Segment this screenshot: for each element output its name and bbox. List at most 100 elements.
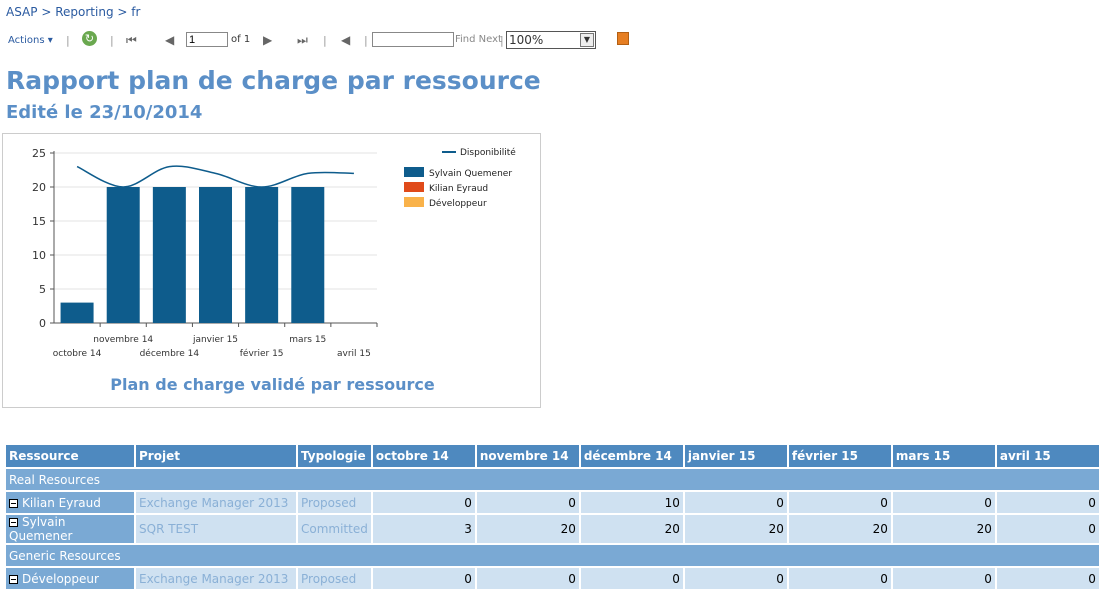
export-icon[interactable]	[617, 32, 629, 45]
x-tick-label: novembre 14	[93, 335, 153, 345]
value-cell: 0	[788, 568, 891, 589]
column-header: février 15	[788, 445, 891, 467]
legend-label: Disponibilité	[460, 147, 516, 158]
bar	[199, 187, 232, 323]
column-header: Ressource	[6, 445, 134, 467]
bar	[152, 187, 186, 323]
toolbar-divider: |	[500, 34, 504, 47]
value-cell: 0	[580, 568, 683, 589]
page-count: of 1	[231, 34, 251, 45]
value-cell: 0	[372, 492, 475, 513]
typology-cell: Proposed	[298, 492, 371, 513]
column-header: décembre 14	[580, 445, 683, 467]
project-cell: Exchange Manager 2013	[136, 568, 296, 589]
find-input[interactable]	[372, 32, 454, 47]
legend-swatch	[404, 182, 424, 192]
value-cell: 0	[476, 568, 579, 589]
chevron-down-icon: ▼	[580, 33, 594, 47]
legend-label: Sylvain Quemener	[429, 169, 512, 179]
table-row: Développeur Exchange Manager 2013 Proposed…	[6, 568, 1099, 589]
breadcrumb-sep: >	[41, 5, 52, 19]
project-name: Exchange Manager 2013	[139, 495, 289, 510]
resource-name: Développeur	[22, 571, 99, 586]
availability-line	[76, 165, 354, 188]
actions-label: Actions	[8, 35, 45, 46]
typology-cell: Committed	[298, 515, 371, 543]
y-tick-label: 10	[32, 249, 46, 262]
legend-label: Kilian Eyraud	[429, 184, 488, 194]
value-cell: 10	[580, 492, 683, 513]
chart-title: Plan de charge validé par ressource	[110, 375, 435, 394]
y-tick-label: 20	[32, 181, 46, 194]
resource-cell: Sylvain Quemener	[6, 515, 134, 543]
last-page-icon[interactable]: ⏭	[297, 33, 308, 48]
legend-swatch	[404, 167, 424, 177]
breadcrumb-sep: >	[117, 5, 128, 19]
bar	[60, 302, 94, 323]
toolbar-divider: |	[110, 34, 114, 47]
resource-name: Kilian Eyraud	[22, 495, 101, 510]
table-row: Sylvain Quemener SQR TEST Committed 3 20 20 20…	[6, 515, 1099, 543]
actions-menu[interactable]: Actions ▾	[8, 35, 53, 46]
zoom-value: 100%	[509, 33, 544, 47]
group-row: Real Resources	[6, 469, 1099, 490]
breadcrumb-item-asap[interactable]: ASAP	[6, 5, 38, 19]
column-header: janvier 15	[684, 445, 787, 467]
collapse-icon[interactable]	[9, 498, 18, 508]
value-cell: 0	[684, 492, 787, 513]
refresh-icon[interactable]: ↻	[82, 31, 97, 46]
breadcrumb-item-reporting[interactable]: Reporting	[55, 5, 113, 19]
column-header: avril 15	[996, 445, 1099, 467]
table-row: Kilian Eyraud Exchange Manager 2013 Propos…	[6, 492, 1099, 513]
bar	[106, 187, 140, 323]
breadcrumb-item-fr[interactable]: fr	[131, 5, 140, 19]
bar	[245, 187, 279, 323]
column-header: novembre 14	[476, 445, 579, 467]
page-number-input[interactable]	[186, 32, 228, 47]
legend-swatch	[404, 197, 424, 207]
workload-table: Ressource Projet Typologie octobre 14 novemb…	[4, 443, 1101, 591]
previous-page-icon[interactable]: ◀	[165, 33, 174, 47]
column-header: Typologie	[298, 445, 371, 467]
y-tick-label: 0	[39, 317, 46, 330]
back-to-parent-icon[interactable]: ◀	[341, 33, 350, 47]
first-page-icon[interactable]: ⏮	[126, 33, 137, 48]
group-label: Real Resources	[6, 469, 1099, 490]
project-name: Exchange Manager 2013	[139, 571, 289, 586]
x-tick-label: octobre 14	[53, 349, 102, 359]
value-cell: 20	[580, 515, 683, 543]
y-tick-label: 25	[32, 147, 46, 160]
collapse-icon[interactable]	[9, 574, 18, 584]
project-cell: SQR TEST	[136, 515, 296, 543]
chevron-down-icon: ▾	[47, 35, 53, 46]
resource-cell: Développeur	[6, 568, 134, 589]
value-cell: 0	[788, 492, 891, 513]
collapse-icon[interactable]	[9, 518, 18, 527]
x-tick-label: février 15	[240, 348, 284, 359]
column-header: octobre 14	[372, 445, 475, 467]
resource-name: Sylvain Quemener	[9, 515, 73, 543]
resource-cell: Kilian Eyraud	[6, 492, 134, 513]
value-cell: 0	[892, 568, 995, 589]
table-header: Ressource Projet Typologie octobre 14 novemb…	[6, 445, 1099, 467]
breadcrumb: ASAP > Reporting > fr	[6, 5, 140, 19]
report-subtitle: Edité le 23/10/2014	[6, 102, 203, 123]
value-cell: 0	[476, 492, 579, 513]
project-cell: Exchange Manager 2013	[136, 492, 296, 513]
chart-panel: 0 5 10 15 20 25 octobre 14 novembre 14 décembre …	[2, 133, 541, 408]
find-next-button[interactable]: Find Next	[455, 34, 502, 45]
report-title: Rapport plan de charge par ressource	[6, 66, 541, 95]
workload-chart: 0 5 10 15 20 25 octobre 14 novembre 14 décembre …	[32, 147, 516, 359]
value-cell: 20	[892, 515, 995, 543]
zoom-select[interactable]: 100% ▼	[506, 31, 596, 49]
toolbar-divider: |	[364, 34, 368, 47]
column-header: Projet	[136, 445, 296, 467]
toolbar-divider: |	[66, 34, 70, 47]
value-cell: 0	[684, 568, 787, 589]
next-page-icon[interactable]: ▶	[263, 33, 272, 47]
toolbar-divider: |	[323, 34, 327, 47]
typology-value: Committed	[301, 522, 368, 536]
value-cell: 3	[372, 515, 475, 543]
group-row: Generic Resources	[6, 545, 1099, 566]
x-tick-label: avril 15	[337, 349, 371, 359]
